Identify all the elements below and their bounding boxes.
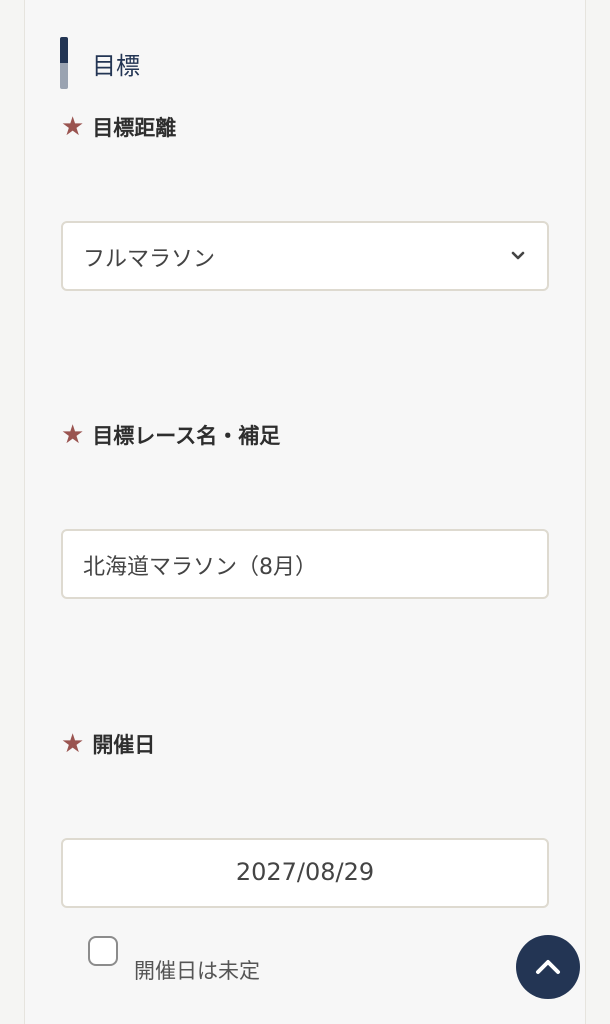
date-undecided-label[interactable]: 開催日は未定: [134, 955, 260, 985]
required-star-icon: ★: [61, 420, 85, 450]
chevron-down-icon: [511, 251, 525, 260]
required-star-icon: ★: [61, 112, 85, 142]
date-input[interactable]: 2027/08/29: [61, 838, 549, 908]
required-star-icon: ★: [61, 729, 85, 759]
distance-select[interactable]: フルマラソン: [61, 221, 549, 291]
date-label: ★ 開催日: [61, 727, 155, 761]
race-name-value: 北海道マラソン（8月）: [83, 555, 317, 580]
back-to-top-button[interactable]: [516, 935, 580, 999]
chevron-up-icon: [536, 960, 560, 974]
section-heading: 目標: [60, 37, 360, 89]
race-label: ★ 目標レース名・補足: [61, 418, 280, 452]
date-undecided-checkbox[interactable]: [88, 936, 118, 966]
race-label-text: 目標レース名・補足: [92, 424, 281, 448]
race-name-input[interactable]: 北海道マラソン（8月）: [61, 529, 549, 599]
date-value: 2027/08/29: [235, 858, 375, 886]
date-label-text: 開催日: [92, 733, 156, 757]
section-title: 目標: [92, 52, 140, 80]
distance-label: ★ 目標距離: [61, 110, 176, 144]
distance-label-text: 目標距離: [92, 116, 177, 140]
distance-select-value: フルマラソン: [83, 247, 216, 272]
heading-accent-bar: [60, 37, 68, 89]
